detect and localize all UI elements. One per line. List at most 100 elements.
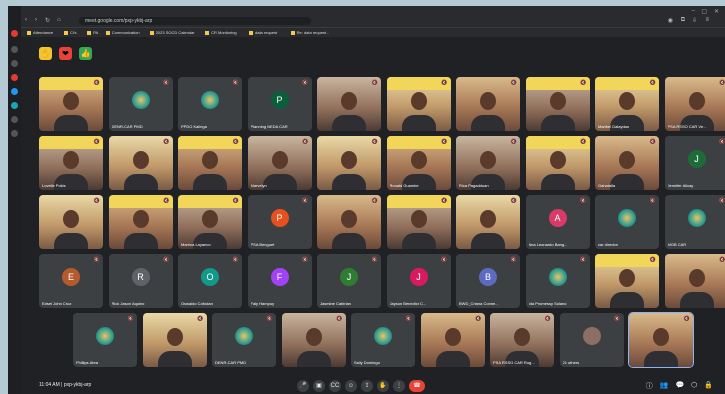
settings-icon[interactable]: ≡ (705, 17, 709, 23)
participant-tile[interactable]: 🔇 (317, 195, 381, 249)
forward-icon[interactable]: › (35, 17, 37, 23)
participant-tile[interactable]: 🔇 (39, 77, 103, 131)
participant-tile[interactable]: 🔇 Ida Promessy Solano (525, 254, 590, 308)
participant-tile[interactable]: 🔇 (664, 254, 725, 308)
present-button[interactable]: ⇪ (361, 380, 373, 392)
participant-tile[interactable]: 🔇 (142, 313, 207, 367)
minimize-icon[interactable]: – (692, 8, 695, 14)
sidebar-app-icon[interactable] (11, 46, 18, 53)
participant-face (480, 92, 496, 110)
camera-icon[interactable]: ◉ (668, 17, 673, 24)
participant-tile[interactable]: 🔇 Gahatalla (595, 136, 659, 190)
participant-tile[interactable]: 🔇 (178, 136, 242, 190)
chat-icon[interactable]: 💬 (675, 381, 684, 391)
participant-tile[interactable]: 🔇 PSA RSSO CAR Ve... (664, 77, 725, 131)
sidebar-app-icon[interactable] (11, 60, 18, 67)
participant-tile[interactable]: R 🔇 Rick Jason Aquino (108, 254, 173, 308)
participant-tile[interactable]: 🔇 (281, 313, 346, 367)
captions-button[interactable]: CC (329, 380, 341, 392)
sidebar-app-icon[interactable] (11, 130, 18, 137)
participant-tile[interactable]: O 🔇 Oswaldo Cofodan (178, 254, 242, 308)
sidebar-app-icon[interactable] (11, 102, 18, 109)
bookmark-item[interactable]: data request (249, 30, 277, 35)
participant-tile[interactable]: 🔇 MGB CAR (664, 195, 725, 249)
back-icon[interactable]: ‹ (25, 17, 27, 23)
raise-hand-button[interactable]: ✋ (377, 380, 389, 392)
download-icon[interactable]: ⇩ (692, 17, 697, 24)
info-icon[interactable]: ⓘ (646, 381, 653, 391)
raise-hand-icon[interactable]: ✋ (39, 47, 52, 60)
host-controls-icon[interactable]: 🔒 (704, 381, 713, 391)
participant-tile[interactable]: 🔇 (108, 136, 173, 190)
participant-tile[interactable]: 🔇 DENR-CAR PMD (108, 77, 173, 131)
participant-tile[interactable]: 🔇 (525, 136, 590, 190)
participant-tile[interactable]: 🔇 (420, 313, 485, 367)
sidebar-app-icon[interactable] (11, 74, 18, 81)
participant-tile[interactable]: J 🔇 Jennifer Alicay (664, 136, 725, 190)
people-icon[interactable]: 👥 (660, 381, 669, 391)
participant-tile[interactable]: F 🔇 Faly Hampuy (247, 254, 312, 308)
bookmark-item[interactable]: Cl's (64, 30, 77, 35)
bookmark-item[interactable]: PA (87, 30, 98, 35)
participant-tile[interactable]: 🔇 (108, 195, 173, 249)
participant-tile[interactable]: P 🔇 Planning NEDA CAR (247, 77, 312, 131)
activities-icon[interactable]: ⬡ (691, 381, 697, 391)
participant-tile[interactable]: 🔇 Marvelyn (247, 136, 312, 190)
bookmark-item[interactable]: Attendance (27, 30, 53, 35)
emoji-button[interactable]: ☺ (345, 380, 357, 392)
participant-tile[interactable]: 🔇 Ronald Guambe (386, 136, 451, 190)
participant-tile[interactable]: 🔇 (525, 77, 590, 131)
participant-tile[interactable]: 🔇 (456, 195, 520, 249)
participant-tile[interactable]: 🔇 car director (595, 195, 659, 249)
bookmark-item[interactable]: 2023 SOCD Calendar (149, 30, 195, 35)
participant-tile[interactable]: 🔇 Marrica Layanco (178, 195, 242, 249)
more-options-button[interactable]: ⋮ (393, 380, 405, 392)
participant-tile[interactable]: 🔇 (317, 136, 381, 190)
mic-button[interactable]: 🎤 (297, 380, 309, 392)
bookmark-item[interactable]: Re: data request - (290, 30, 329, 35)
participant-tile[interactable]: B 🔇 BWD_Criana Conne... (456, 254, 520, 308)
opera-icon[interactable] (11, 30, 18, 37)
participant-tile[interactable]: 🔇 Rica Pagadduan (456, 136, 520, 190)
participant-tile[interactable]: P 🔇 PSA Benguet (247, 195, 312, 249)
home-icon[interactable]: ⌂ (57, 17, 61, 23)
participant-tile[interactable]: J 🔇 Jayson Benedict C... (386, 254, 451, 308)
bookmark-label: Re: data request - (296, 30, 329, 35)
participant-tile[interactable]: 🔇 Sally Domingo (351, 313, 415, 367)
participant-tile[interactable]: 🔇 (317, 77, 381, 131)
url-field[interactable]: meet.google.com/pxp-ykbj-arp (79, 17, 311, 25)
participant-tile[interactable]: 🔇 (595, 254, 659, 308)
bookmark-item[interactable]: CR Monitoring (205, 30, 237, 35)
camera-button[interactable]: ▣ (313, 380, 325, 392)
maximize-icon[interactable]: ▢ (701, 8, 707, 15)
participant-tile[interactable]: 🔇 Lovelle Pokis (39, 136, 103, 190)
participant-tile[interactable]: E 🔇 Edsel John Cruz (39, 254, 103, 308)
reload-icon[interactable]: ↻ (45, 17, 50, 24)
mic-muted-icon: 🔇 (197, 316, 204, 322)
participant-name: Jayson Benedict C... (389, 301, 427, 306)
thumbs-icon[interactable]: 👍 (79, 47, 92, 60)
participant-tile[interactable]: 🔇 (39, 195, 103, 249)
participant-tile[interactable]: 🔇 PSA RSSO CAR Rug... (490, 313, 554, 367)
participant-face (341, 210, 357, 228)
participant-tile[interactable]: 🔇 DENR-CAR PMD (212, 313, 276, 367)
close-window-icon[interactable]: ✕ (714, 8, 719, 15)
participant-tile[interactable]: 🔇 Maribel Dalaydao (595, 77, 659, 131)
participant-tile[interactable]: J 🔇 Jasmine Cabirian (317, 254, 381, 308)
participant-tile[interactable]: A 🔇 Ana Leonardo Bang... (525, 195, 590, 249)
participant-tile[interactable]: 🔇 (629, 313, 693, 367)
mic-muted-icon: 🔇 (302, 257, 309, 263)
sidebar-app-icon[interactable] (11, 88, 18, 95)
leave-call-button[interactable]: ☎ (409, 380, 425, 392)
participant-tile[interactable]: 🔇 (456, 77, 520, 131)
participant-tile[interactable]: 🔇 21 others (559, 313, 624, 367)
participant-tile[interactable]: 🔇 (386, 77, 451, 131)
participant-face (166, 328, 183, 346)
sidebar-app-icon[interactable] (11, 116, 18, 123)
bookmark-item[interactable]: Communication (105, 30, 140, 35)
extensions-icon[interactable]: ⧉ (681, 17, 685, 24)
participant-tile[interactable]: 🔇 PPDO Kalinga (178, 77, 242, 131)
heart-icon[interactable]: ❤ (59, 47, 72, 60)
participant-tile[interactable]: 🔇 (386, 195, 451, 249)
participant-tile[interactable]: 🔇 Phillips Abra (73, 313, 137, 367)
